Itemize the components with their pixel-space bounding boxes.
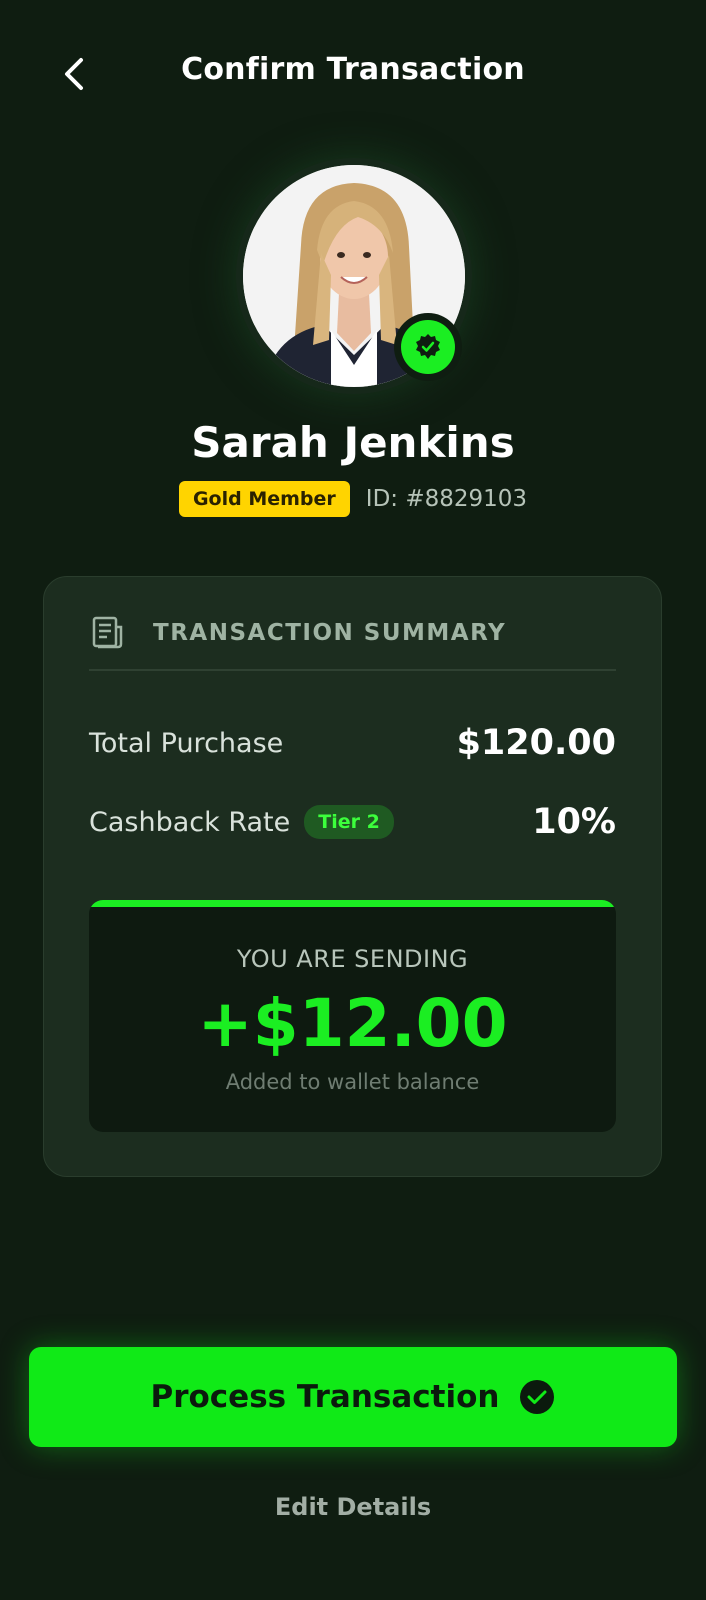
- edit-details-link[interactable]: Edit Details: [0, 1493, 706, 1521]
- transaction-summary-card: TRANSACTION SUMMARY Total Purchase $120.…: [43, 576, 662, 1177]
- cashback-rate-value: 10%: [532, 802, 616, 842]
- page-title: Confirm Transaction: [181, 52, 525, 87]
- verified-badge-inner: [401, 320, 455, 374]
- process-transaction-button[interactable]: Process Transaction: [29, 1347, 677, 1447]
- verified-badge: [394, 313, 462, 381]
- member-id: ID: #8829103: [365, 486, 528, 512]
- member-meta: Gold Member ID: #8829103: [0, 481, 706, 517]
- sending-label: YOU ARE SENDING: [236, 945, 469, 973]
- verified-check-icon: [416, 334, 440, 359]
- total-purchase-row: Total Purchase $120.00: [89, 723, 616, 763]
- summary-title: TRANSACTION SUMMARY: [153, 620, 507, 646]
- sending-amount: +$12.00: [197, 985, 508, 1062]
- cashback-rate-label: Cashback Rate: [89, 806, 291, 838]
- tier-badge: Tier 2: [304, 805, 394, 839]
- user-name: Sarah Jenkins: [191, 418, 515, 467]
- sending-amount-panel: YOU ARE SENDING +$12.00 Added to wallet …: [89, 900, 616, 1132]
- summary-header: TRANSACTION SUMMARY: [89, 607, 616, 671]
- cashback-rate-label-group: Cashback Rate Tier 2: [89, 805, 394, 839]
- app-header: Confirm Transaction: [0, 0, 706, 150]
- process-transaction-label: Process Transaction: [150, 1379, 500, 1415]
- total-purchase-value: $120.00: [456, 723, 616, 763]
- total-purchase-label: Total Purchase: [89, 727, 284, 759]
- check-circle-icon: [520, 1380, 555, 1414]
- cashback-rate-row: Cashback Rate Tier 2 10%: [89, 802, 616, 842]
- membership-badge: Gold Member: [178, 481, 350, 517]
- accent-bar: [89, 900, 616, 907]
- sending-note: Added to wallet balance: [225, 1070, 480, 1094]
- receipt-icon: [92, 616, 123, 649]
